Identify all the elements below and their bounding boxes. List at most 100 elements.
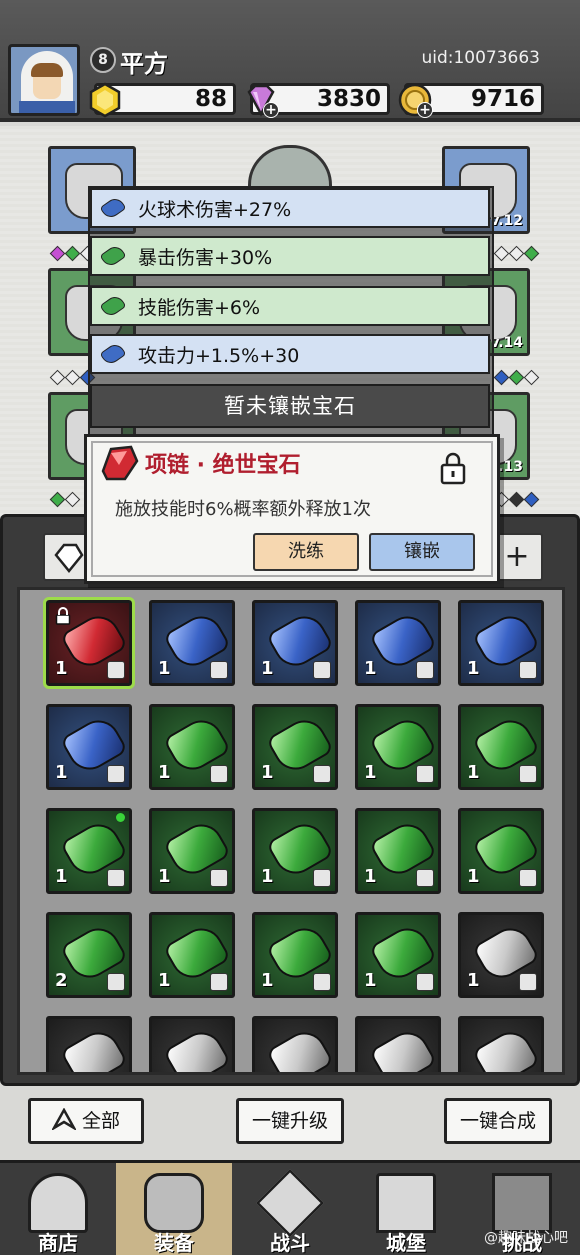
coin-amount: 9716: [470, 86, 535, 112]
gem-count: 1: [467, 762, 480, 783]
player-level-badge: 8: [90, 47, 116, 73]
gem-count: 1: [467, 970, 480, 991]
gem-count: 1: [55, 866, 68, 887]
gem-cell-white[interactable]: [355, 1016, 441, 1072]
gem-count: 1: [261, 762, 274, 783]
equip-type-icon: [416, 973, 434, 991]
merge-all-button[interactable]: 一键合成: [444, 1098, 552, 1144]
equip-type-icon: [107, 869, 125, 887]
nav-castle[interactable]: 城堡: [348, 1163, 464, 1255]
green-gem-icon: [99, 293, 127, 319]
gem-cell-green[interactable]: 1: [458, 704, 544, 790]
popup-description: 施放技能时6%概率额外释放1次: [115, 499, 372, 520]
gem-count: 1: [261, 970, 274, 991]
gem-cell-green[interactable]: 1: [252, 704, 338, 790]
refine-button[interactable]: 洗练: [253, 533, 359, 571]
gem-cell-green[interactable]: 1: [355, 808, 441, 894]
gem-detail-popup: 项链 · 绝世宝石 施放技能时6%概率额外释放1次 洗练 镶嵌: [84, 434, 500, 584]
gem-cell-blue[interactable]: 1: [46, 704, 132, 790]
equip-type-icon: [416, 869, 434, 887]
gem-cell-blue[interactable]: 1: [355, 600, 441, 686]
gem-count: 1: [467, 658, 480, 679]
white-gem-icon: [368, 1024, 438, 1072]
equip-type-icon: [210, 973, 228, 991]
gem-count: 1: [55, 762, 68, 783]
white-gem-icon: [471, 1024, 541, 1072]
empty-socket-label: 暂未镶嵌宝石: [90, 384, 490, 428]
gem-cell-green[interactable]: 1: [149, 704, 235, 790]
equip-type-icon: [210, 869, 228, 887]
gem-outline-icon: [54, 543, 84, 573]
gem-cell-white[interactable]: [458, 1016, 544, 1072]
diamond-counter[interactable]: + 3830: [247, 83, 390, 118]
equip-type-icon: [313, 973, 331, 991]
gem-inventory: + 11111111111111121111: [0, 514, 580, 1086]
green-gem-icon: [99, 243, 127, 269]
diamond-amount: 3830: [316, 86, 381, 112]
gem-count: 1: [261, 866, 274, 887]
gem-cell-white[interactable]: [252, 1016, 338, 1072]
lock-icon[interactable]: [439, 451, 467, 485]
socket-dots: [493, 245, 540, 262]
triangle-outline-icon: [50, 1107, 78, 1132]
nav-shop[interactable]: 商店: [0, 1163, 116, 1255]
gem-cell-green[interactable]: 1: [252, 912, 338, 998]
inventory-grid: 1 1 1 1 1 1 1 1 1 1 1 1 1 1 1 2 1 1 1 1: [17, 587, 565, 1075]
gem-cell-blue[interactable]: 1: [149, 600, 235, 686]
socket-dots: [49, 491, 81, 508]
equip-type-icon: [107, 973, 125, 991]
nav-equipment[interactable]: 装备: [116, 1163, 232, 1255]
socket-dots: [49, 369, 96, 386]
gem-cell-green[interactable]: 1: [149, 808, 235, 894]
equip-level: v.14: [490, 335, 523, 351]
gem-count: 2: [55, 970, 68, 991]
equip-type-icon: [313, 765, 331, 783]
gold-gem-amount: 88: [194, 86, 227, 112]
backpack-icon: [144, 1173, 204, 1233]
gem-cell-green[interactable]: 1: [149, 912, 235, 998]
equip-level: .13: [498, 459, 523, 475]
red-gem-icon: [101, 445, 139, 481]
gem-count: 1: [55, 658, 68, 679]
gem-count: 1: [158, 866, 171, 887]
gem-cell-green[interactable]: 1: [252, 808, 338, 894]
gem-cell-green[interactable]: 1: [458, 808, 544, 894]
coin-add-icon[interactable]: +: [417, 102, 433, 118]
player-avatar[interactable]: [8, 44, 80, 116]
stat-row: 暴击伤害+30%: [90, 236, 490, 276]
gem-cell-blue[interactable]: 1: [252, 600, 338, 686]
gem-cell-green[interactable]: 2: [46, 912, 132, 998]
equip-type-icon: [416, 661, 434, 679]
watermark: @趣味战心吧: [484, 1230, 568, 1246]
player-name: 平方: [120, 50, 168, 78]
equip-type-icon: [107, 661, 125, 679]
coin-counter[interactable]: + 9716: [398, 83, 544, 118]
lock-icon: [55, 607, 71, 625]
upgrade-all-button[interactable]: 一键升级: [236, 1098, 344, 1144]
blue-gem-icon: [99, 341, 127, 367]
inlay-button[interactable]: 镶嵌: [369, 533, 475, 571]
gold-gem-counter: 88: [89, 82, 236, 118]
gem-cell-white[interactable]: [149, 1016, 235, 1072]
castle-icon: [376, 1173, 436, 1233]
gem-cell-white[interactable]: [46, 1016, 132, 1072]
gem-cell-red[interactable]: 1: [43, 597, 135, 689]
equip-type-icon: [519, 869, 537, 887]
gem-count: 1: [364, 970, 377, 991]
gem-cell-green[interactable]: 1: [46, 808, 132, 894]
gem-cell-green[interactable]: 1: [355, 912, 441, 998]
equip-type-icon: [107, 765, 125, 783]
gem-count: 1: [364, 762, 377, 783]
gem-cell-green[interactable]: 1: [355, 704, 441, 790]
diamond-add-icon[interactable]: +: [263, 102, 279, 118]
top-bar: 8 平方 uid:10073663 88 + 3830 + 9716: [0, 0, 580, 122]
show-all-button[interactable]: 全部: [28, 1098, 144, 1144]
gem-cell-blue[interactable]: 1: [458, 600, 544, 686]
gem-cell-white[interactable]: 1: [458, 912, 544, 998]
bottom-navigation: 商店 装备 战斗 城堡 挑战 @趣味战心吧: [0, 1160, 580, 1255]
locked-challenge-icon: [492, 1173, 552, 1233]
gem-count: 1: [364, 658, 377, 679]
white-gem-icon: [59, 1024, 129, 1072]
stat-row: 技能伤害+6%: [90, 286, 490, 326]
nav-battle[interactable]: 战斗: [232, 1163, 348, 1255]
